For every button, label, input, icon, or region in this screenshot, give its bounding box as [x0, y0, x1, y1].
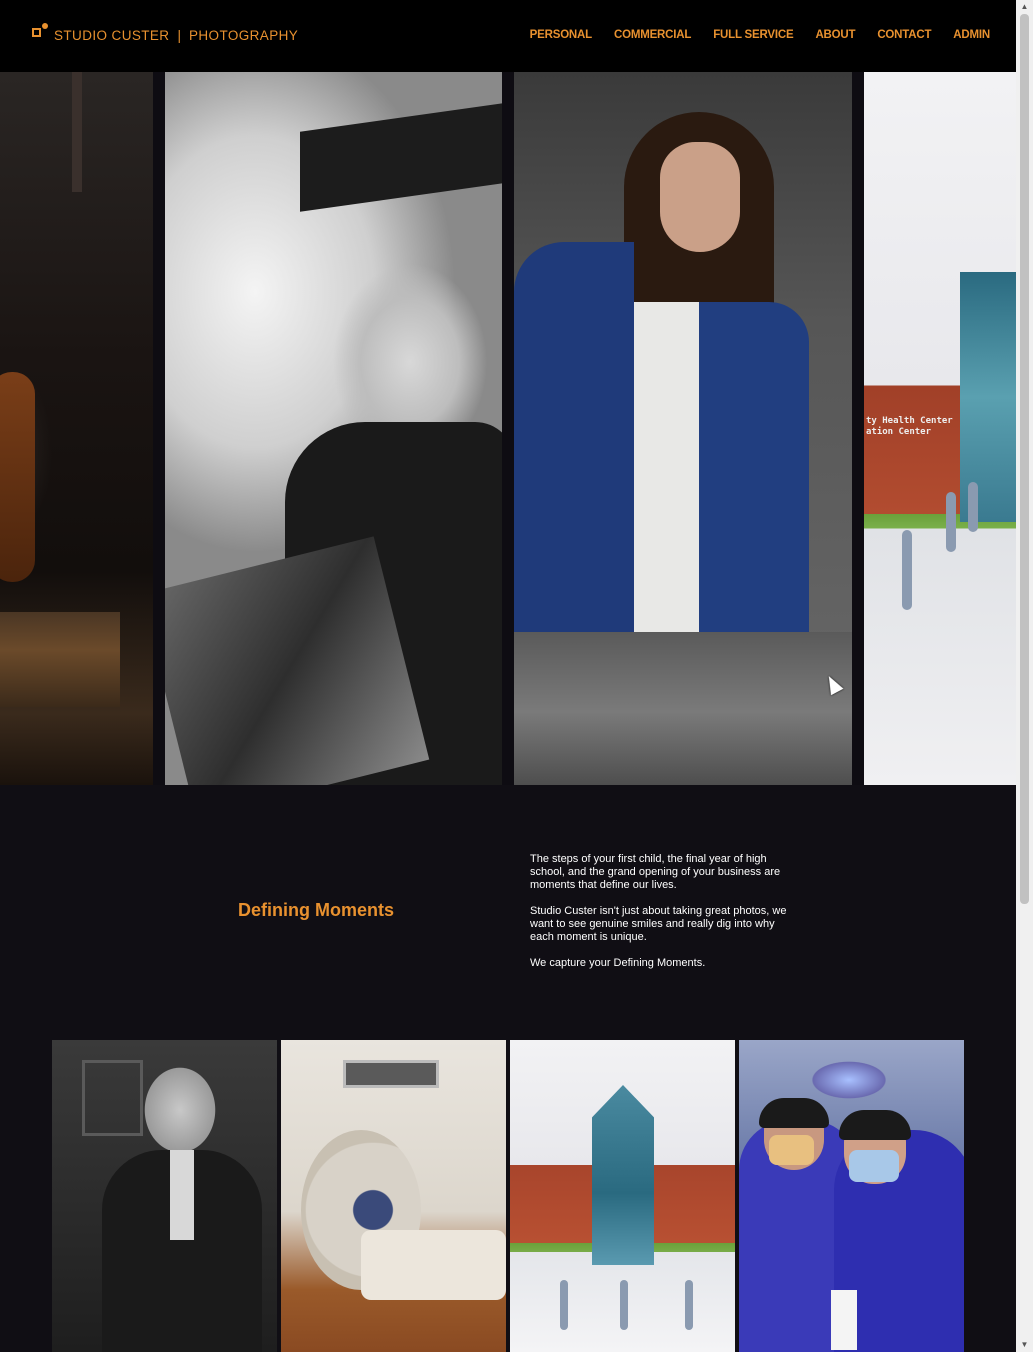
health-center-sign: ty Health Center ation Center [866, 416, 953, 438]
brand-name: STUDIO CUSTER [54, 28, 170, 43]
carousel-slide-graduate[interactable] [165, 72, 502, 785]
scrollbar-thumb[interactable] [1020, 14, 1029, 904]
gallery-photo-man-portrait[interactable] [52, 1040, 277, 1352]
gallery-photo-health-center[interactable] [510, 1040, 735, 1352]
nav-full-service[interactable]: FULL SERVICE [713, 29, 793, 41]
brand-logo-link[interactable]: STUDIO CUSTER | PHOTOGRAPHY [32, 22, 298, 43]
studio-custer-logo-icon [32, 22, 52, 43]
site-header: STUDIO CUSTER | PHOTOGRAPHY PERSONAL COM… [0, 0, 1016, 72]
page-scrollbar[interactable]: ▲ ▼ [1016, 0, 1033, 1352]
gallery-photo-nurses[interactable] [739, 1040, 964, 1352]
scroll-up-arrow-icon[interactable]: ▲ [1016, 0, 1033, 14]
carousel-slide-business-portrait[interactable] [514, 72, 852, 785]
nav-admin[interactable]: ADMIN [953, 29, 990, 41]
main-nav: PERSONAL COMMERCIAL FULL SERVICE ABOUT C… [530, 29, 991, 41]
description-paragraph: The steps of your first child, the final… [530, 853, 781, 891]
section-title: Defining Moments [238, 900, 394, 920]
sign-line: ation Center [866, 427, 932, 437]
carousel-slide-health-center[interactable]: ty Health Center ation Center [864, 72, 1016, 785]
nav-about[interactable]: ABOUT [815, 29, 855, 41]
photo-gallery [52, 1040, 964, 1352]
carousel-slide-cellist[interactable] [0, 72, 153, 785]
brand-separator: | [177, 28, 181, 43]
scroll-down-arrow-icon[interactable]: ▼ [1016, 1338, 1033, 1352]
description-paragraph: We capture your Defining Moments. [530, 957, 706, 969]
gallery-photo-mri-room[interactable] [281, 1040, 506, 1352]
section-description: The steps of your first child, the final… [530, 853, 795, 983]
hero-carousel[interactable]: ty Health Center ation Center [0, 72, 1016, 785]
brand-tagline: PHOTOGRAPHY [188, 28, 299, 43]
nav-contact[interactable]: CONTACT [877, 29, 931, 41]
nav-personal[interactable]: PERSONAL [530, 29, 592, 41]
nav-commercial[interactable]: COMMERCIAL [614, 29, 691, 41]
description-paragraph: Studio Custer isn't just about taking gr… [530, 905, 787, 943]
sign-line: ty Health Center [866, 416, 953, 426]
